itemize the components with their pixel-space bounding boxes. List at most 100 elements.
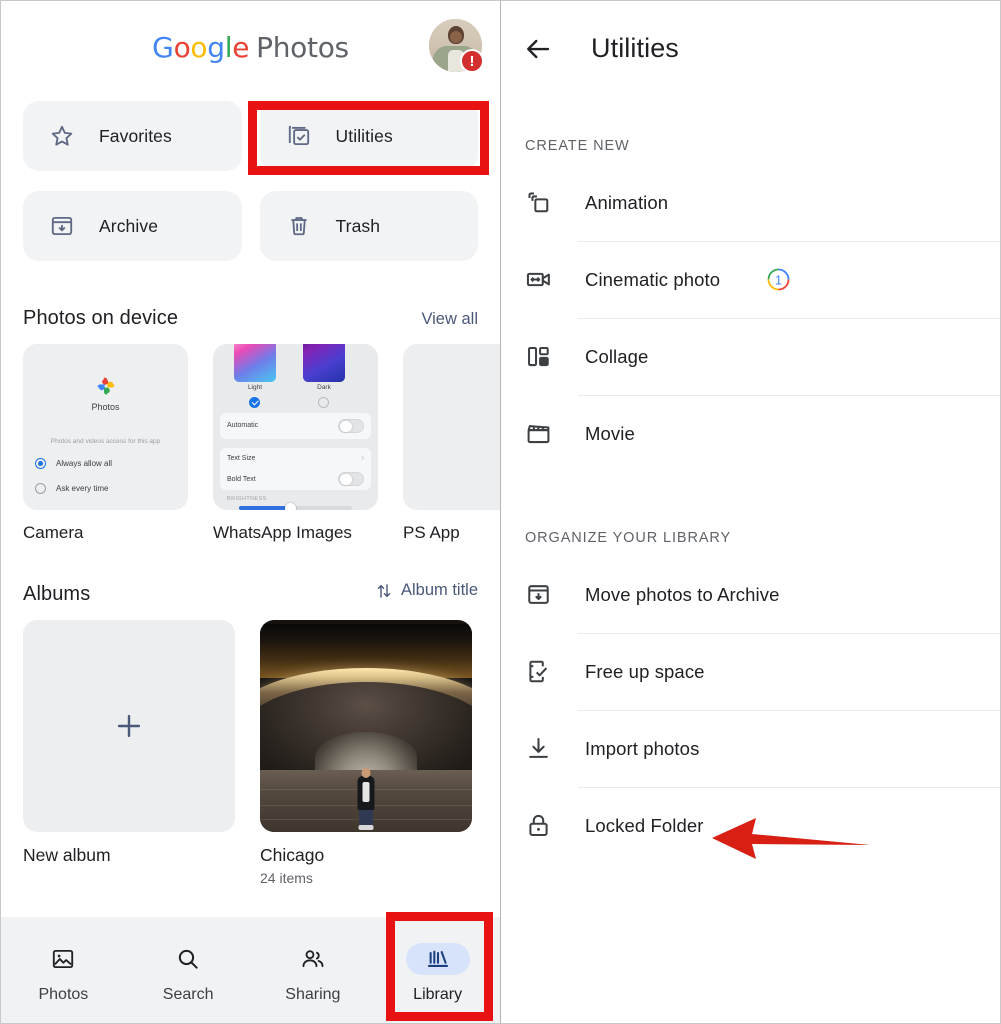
nav-item-library[interactable]: Library xyxy=(375,937,500,1004)
albums-header: Albums Album title xyxy=(1,581,500,606)
search-icon xyxy=(175,946,201,972)
archive-box-icon xyxy=(525,581,552,608)
device-folder-thumbnail: Photos Photos and videos access for this… xyxy=(23,344,188,510)
utility-label: Locked Folder xyxy=(585,814,704,836)
album-new[interactable]: New album xyxy=(23,619,235,886)
device-folder-camera[interactable]: Photos Photos and videos access for this… xyxy=(23,344,188,543)
logo-word-photos: Photos xyxy=(256,30,349,64)
bottom-navigation-bar: Photos Search Sharing Library xyxy=(1,917,500,1023)
utility-row-free-up-space[interactable]: Free up space xyxy=(501,633,1000,710)
quick-tile-label: Archive xyxy=(99,215,159,236)
utilities-detail-panel: Utilities CREATE NEW Animation Cinematic… xyxy=(501,0,1001,1024)
nav-label: Photos xyxy=(38,985,89,1003)
device-folder-name: PS App xyxy=(403,523,460,542)
free-space-phone-icon xyxy=(525,658,552,685)
nav-active-pill xyxy=(405,942,470,975)
utility-row-move-photos-to-archive[interactable]: Move photos to Archive xyxy=(501,556,1000,633)
movie-clapper-icon xyxy=(525,420,552,447)
quick-tile-label: Favorites xyxy=(99,125,172,146)
sort-arrows-icon xyxy=(375,582,393,600)
group-label-create-new: CREATE NEW xyxy=(525,138,630,154)
brightness-label: BRIGHTNESS xyxy=(227,496,267,502)
screenshot-root: Google Photos ! Favorites Utilities Arch… xyxy=(0,0,1001,1024)
utilities-checkbox-icon xyxy=(286,123,312,149)
album-sort-control[interactable]: Album title xyxy=(375,581,478,600)
trash-icon xyxy=(286,213,312,239)
view-all-link[interactable]: View all xyxy=(421,310,478,329)
utility-label: Cinematic photo xyxy=(585,268,721,290)
utility-label: Import photos xyxy=(585,737,700,759)
people-icon xyxy=(300,946,326,972)
section-title: Albums xyxy=(23,582,91,605)
google-photos-logo: Google Photos xyxy=(152,31,349,64)
download-icon xyxy=(525,735,552,762)
photos-pinwheel-icon xyxy=(94,374,118,398)
quick-tile-label: Trash xyxy=(335,215,381,236)
logo-letter-e: e xyxy=(232,30,250,64)
nav-item-sharing[interactable]: Sharing xyxy=(251,937,376,1004)
album-chicago[interactable]: Chicago 24 items xyxy=(260,619,472,886)
avatar[interactable]: ! xyxy=(429,19,484,73)
nav-label: Sharing xyxy=(285,985,341,1003)
album-sort-label: Album title xyxy=(400,581,478,599)
theme-label-dark: Dark xyxy=(317,384,331,391)
create-new-list: Animation Cinematic photo 1 Collage Movi… xyxy=(501,164,1000,472)
avatar-alert-badge[interactable]: ! xyxy=(460,49,484,73)
nav-label: Library xyxy=(413,985,463,1003)
plus-icon xyxy=(112,709,146,743)
camera-thumb-option-ask: Ask every time xyxy=(56,484,109,493)
utility-label: Animation xyxy=(585,191,669,213)
group-label-organize: ORGANIZE YOUR LIBRARY xyxy=(525,530,732,546)
photos-on-device-header: Photos on device View all xyxy=(1,307,500,330)
theme-radio-dark xyxy=(318,397,329,408)
quick-tile-favorites[interactable]: Favorites xyxy=(23,101,242,171)
device-folder-whatsapp-images[interactable]: Light Dark Automatic Text Size › Bold Te… xyxy=(213,344,378,543)
album-thumbnail xyxy=(23,619,235,832)
theme-swatch-dark xyxy=(303,344,345,382)
album-subtitle: 24 items xyxy=(260,869,313,886)
theme-radio-light xyxy=(249,397,260,408)
device-folder-ps-app[interactable]: PS App xyxy=(403,344,500,543)
view-all-label: View all xyxy=(421,310,478,328)
chevron-right-icon: › xyxy=(361,453,364,462)
app-header: Google Photos ! xyxy=(1,1,500,93)
utility-row-import-photos[interactable]: Import photos xyxy=(501,710,1000,787)
nav-item-photos[interactable]: Photos xyxy=(1,937,126,1004)
new-feature-badge: 1 xyxy=(766,267,791,292)
logo-letter-g: G xyxy=(152,30,174,64)
radio-always-allow xyxy=(35,458,46,469)
toggle-automatic xyxy=(338,419,364,433)
theme-label-light: Light xyxy=(247,384,263,391)
lock-icon xyxy=(525,812,552,839)
utility-label: Collage xyxy=(585,345,649,367)
utility-row-collage[interactable]: Collage xyxy=(501,318,1000,395)
device-folder-name: Camera xyxy=(23,523,84,542)
cinematic-video-icon xyxy=(525,266,552,293)
quick-tile-utilities[interactable]: Utilities xyxy=(259,101,478,171)
radio-ask-every-time xyxy=(35,483,46,494)
nav-item-search[interactable]: Search xyxy=(126,937,251,1004)
arrow-left-icon[interactable] xyxy=(523,34,553,64)
camera-thumb-permission-text: Photos and videos access for this app xyxy=(50,438,161,445)
archive-box-icon xyxy=(49,213,75,239)
photo-icon xyxy=(50,946,76,972)
quick-tile-trash[interactable]: Trash xyxy=(259,191,478,261)
camera-thumb-option-allow: Always allow all xyxy=(56,459,113,468)
album-thumbnail xyxy=(260,619,472,832)
utility-label: Move photos to Archive xyxy=(585,583,780,605)
utility-row-movie[interactable]: Movie xyxy=(501,395,1000,472)
section-title: Photos on device xyxy=(23,307,179,329)
utility-row-animation[interactable]: Animation xyxy=(501,164,1000,241)
star-icon xyxy=(49,123,75,149)
camera-thumb-app-name: Photos xyxy=(91,402,120,412)
utility-label: Movie xyxy=(585,422,635,444)
svg-text:1: 1 xyxy=(775,273,782,287)
collage-icon xyxy=(525,343,552,370)
album-name: New album xyxy=(23,844,111,865)
page-title: Utilities xyxy=(591,33,679,63)
quick-tile-archive[interactable]: Archive xyxy=(23,191,242,261)
device-folder-thumbnail xyxy=(403,344,500,510)
animation-stack-icon xyxy=(525,189,552,216)
device-folder-name: WhatsApp Images xyxy=(213,523,352,542)
utility-row-cinematic-photo[interactable]: Cinematic photo 1 xyxy=(501,241,1000,318)
